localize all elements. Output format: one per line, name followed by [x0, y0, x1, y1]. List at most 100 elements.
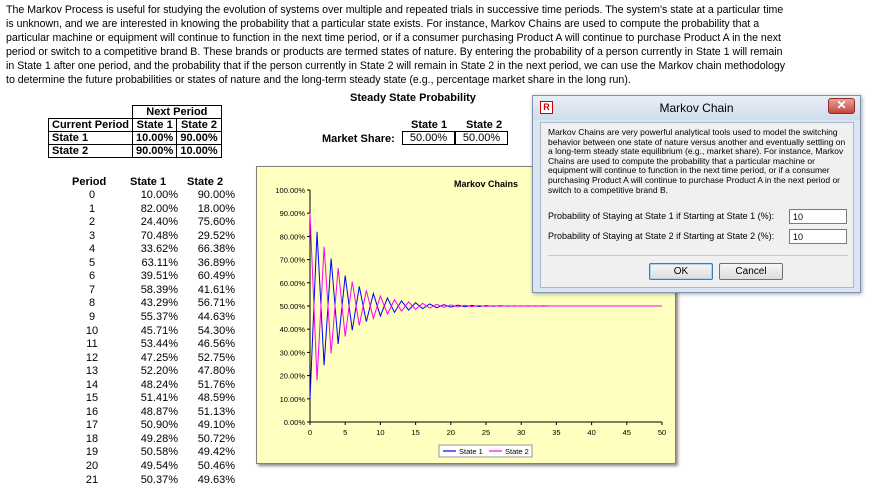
state2-value: 90.00% — [197, 189, 235, 201]
y-tick-label: 70.00% — [280, 256, 306, 265]
matrix-cell: 90.00% — [176, 131, 222, 145]
state1-value: 48.24% — [140, 378, 178, 391]
period-number: 11 — [86, 338, 98, 351]
state2-value: 50.72% — [197, 432, 235, 445]
matrix-cell: 10.00% — [176, 144, 222, 158]
state2-value: 49.63% — [197, 473, 235, 486]
x-tick-label: 30 — [517, 428, 525, 437]
state2-value: 46.56% — [197, 338, 235, 351]
x-tick-label: 25 — [482, 428, 490, 437]
state1-value: 50.58% — [140, 446, 178, 459]
period-row: 15 51.41% 48.59% — [0, 392, 260, 405]
state1-value: 39.51% — [140, 270, 178, 283]
state1-value: 24.40% — [140, 216, 178, 229]
period-number: 9 — [88, 310, 96, 323]
state2-value: 18.00% — [197, 202, 235, 215]
dialog-body: Markov Chains are very powerful analytic… — [540, 122, 854, 288]
period-row: 8 43.29% 56.71% — [0, 297, 260, 310]
state2-value: 29.52% — [197, 229, 235, 242]
legend-label-1: State 1 — [459, 447, 483, 456]
period-number: 8 — [88, 297, 96, 310]
state2-value: 49.42% — [197, 446, 235, 459]
period-number: 1 — [88, 202, 96, 215]
matrix-col-state2: State 2 — [176, 118, 222, 132]
x-tick-label: 20 — [447, 428, 455, 437]
state2-header: State 2 — [187, 176, 224, 188]
state1-value: 82.00% — [140, 202, 178, 215]
market-share-state2: 50.00% — [455, 131, 508, 145]
period-number: 12 — [85, 351, 99, 364]
steady-state-col-state2: State 2 — [466, 119, 503, 131]
y-tick-label: 60.00% — [280, 279, 306, 288]
period-row: 21 50.37% 49.63% — [0, 474, 260, 487]
x-tick-label: 5 — [343, 428, 347, 437]
close-button[interactable]: ✕ — [828, 98, 855, 114]
prob-state2-input[interactable] — [789, 229, 847, 244]
state1-value: 58.39% — [140, 283, 178, 296]
period-row: 10 45.71% 54.30% — [0, 325, 260, 338]
period-row: 13 52.20% 47.80% — [0, 365, 260, 378]
period-row: 7 58.39% 41.61% — [0, 284, 260, 297]
period-number: 13 — [85, 365, 99, 378]
state1-value: 50.90% — [140, 419, 178, 432]
state1-header: State 1 — [130, 176, 167, 188]
ok-button[interactable]: OK — [649, 263, 713, 280]
y-tick-label: 80.00% — [280, 232, 306, 241]
period-number: 2 — [88, 216, 96, 229]
y-tick-label: 30.00% — [280, 348, 306, 357]
period-number: 10 — [85, 324, 99, 337]
y-tick-label: 40.00% — [280, 325, 306, 334]
x-tick-label: 0 — [308, 428, 312, 437]
period-number: 20 — [85, 460, 99, 472]
cancel-button[interactable]: Cancel — [719, 263, 783, 280]
period-row: 6 39.51% 60.49% — [0, 270, 260, 283]
state1-value: 63.11% — [141, 256, 179, 269]
period-row: 20 49.54% 50.46% — [0, 460, 260, 473]
state1-value: 33.62% — [140, 243, 178, 256]
state1-value: 52.20% — [140, 365, 178, 378]
state2-value: 47.80% — [197, 365, 235, 378]
state2-value: 52.75% — [197, 351, 235, 364]
market-share-state1: 50.00% — [402, 131, 455, 145]
period-row: 4 33.62% 66.38% — [0, 243, 260, 256]
matrix-row-label: State 2 — [47, 144, 134, 158]
markov-chain-dialog: R Markov Chain ✕ Markov Chains are very … — [532, 95, 861, 293]
period-number: 16 — [85, 405, 99, 418]
period-number: 18 — [85, 432, 99, 445]
period-number: 21 — [85, 473, 99, 486]
state1-value: 50.37% — [140, 473, 178, 486]
period-row: 17 50.90% 49.10% — [0, 419, 260, 432]
dialog-titlebar[interactable]: R Markov Chain ✕ — [533, 96, 860, 120]
period-row: 19 50.58% 49.42% — [0, 446, 260, 459]
period-row: 18 49.28% 50.72% — [0, 433, 260, 446]
y-tick-label: 50.00% — [280, 302, 306, 311]
state2-value: 48.59% — [197, 392, 235, 405]
state2-value: 51.76% — [197, 378, 235, 391]
state2-value: 41.61% — [197, 283, 235, 296]
x-tick-label: 50 — [658, 428, 666, 437]
period-number: 14 — [85, 378, 99, 391]
intro-text: The Markov Process is useful for studyin… — [6, 4, 786, 86]
state2-value: 36.89% — [197, 256, 235, 269]
legend-label-2: State 2 — [505, 447, 529, 456]
state1-value: 49.28% — [140, 432, 178, 445]
period-row: 0 10.00% 90.00% — [0, 189, 260, 202]
period-row: 14 48.24% 51.76% — [0, 379, 260, 392]
period-row: 3 70.48% 29.52% — [0, 230, 260, 243]
market-share-label: Market Share: — [322, 133, 395, 145]
y-tick-label: 20.00% — [280, 372, 306, 381]
steady-state-title: Steady State Probability — [350, 92, 476, 104]
chart-title: Markov Chains — [454, 179, 518, 189]
state2-value: 60.49% — [197, 270, 235, 283]
y-tick-label: 10.00% — [280, 395, 306, 404]
state1-value: 10.00% — [140, 189, 178, 201]
state1-value: 55.37% — [140, 310, 178, 323]
prob-state1-input[interactable] — [789, 209, 847, 224]
period-number: 0 — [88, 189, 96, 201]
period-number: 19 — [85, 446, 99, 459]
x-tick-label: 40 — [587, 428, 595, 437]
state1-value: 49.54% — [140, 460, 178, 472]
period-row: 5 63.11% 36.89% — [0, 257, 260, 270]
period-number: 15 — [85, 392, 99, 405]
y-tick-label: 0.00% — [284, 418, 306, 427]
